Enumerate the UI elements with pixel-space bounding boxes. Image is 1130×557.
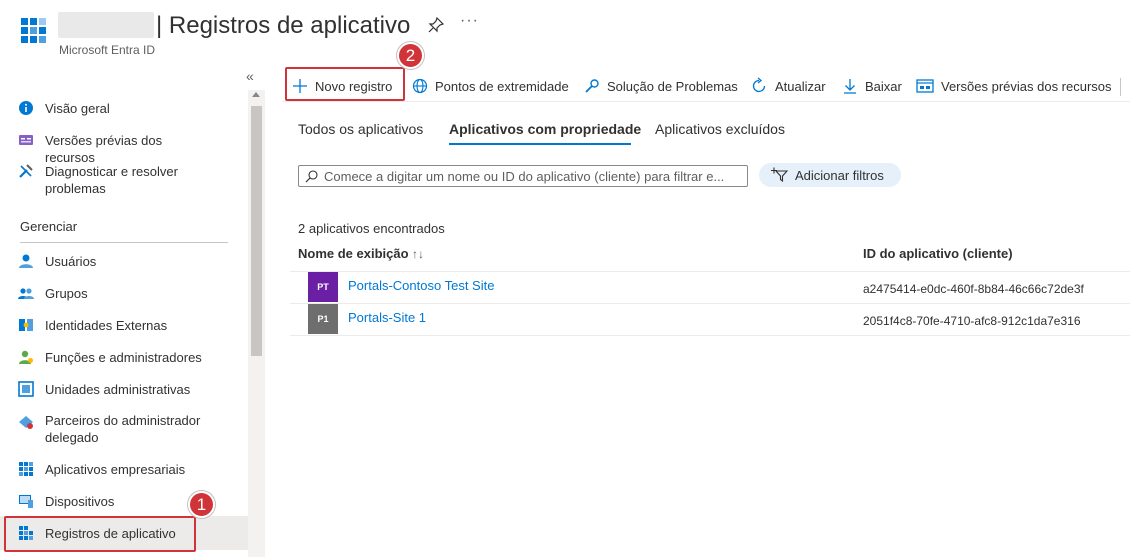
external-identities-icon xyxy=(19,319,33,331)
globe-icon xyxy=(412,78,428,94)
partners-icon xyxy=(19,416,33,429)
scroll-up-arrow-icon[interactable] xyxy=(252,92,260,97)
add-filters-label: Adicionar filtros xyxy=(795,167,884,183)
app-id: a2475414-e0dc-460f-8b84-46c66c72de3f xyxy=(863,282,1084,296)
callout-badge-1: 1 xyxy=(188,491,215,518)
sidebar-item-label: Visão geral xyxy=(45,101,110,116)
sidebar-item-diagnose[interactable]: Diagnosticar e resolver problemas xyxy=(0,163,248,199)
toolbar-separator xyxy=(1120,78,1121,96)
troubleshooting-label: Solução de Problemas xyxy=(607,78,738,94)
refresh-icon xyxy=(752,77,766,93)
wrench-icon xyxy=(19,164,33,178)
collapse-sidebar-button[interactable]: « xyxy=(246,68,254,84)
sidebar-item-external-identities[interactable]: Identidades Externas xyxy=(0,317,248,337)
pin-icon[interactable] xyxy=(428,17,444,33)
sidebar-item-admin-units[interactable]: Unidades administrativas xyxy=(0,381,248,401)
callout-highlight-app-registrations xyxy=(4,516,196,552)
sidebar-item-overview[interactable]: Visão geral xyxy=(0,100,248,120)
sidebar-item-users[interactable]: Usuários xyxy=(0,253,248,273)
page-header: | Registros de aplicativo Microsoft Entr… xyxy=(0,0,1130,62)
sidebar-item-feature-previews[interactable]: Versões prévias dos recursos xyxy=(0,132,248,165)
preview-features-button[interactable]: Versões prévias dos recursos xyxy=(916,70,1112,102)
page-subtitle: Microsoft Entra ID xyxy=(59,43,156,57)
search-box[interactable] xyxy=(298,165,748,187)
sidebar-item-groups[interactable]: Grupos xyxy=(0,285,248,305)
app-avatar: P1 xyxy=(308,304,338,334)
callout-badge-2: 2 xyxy=(397,42,424,69)
table-row[interactable]: PT Portals-Contoso Test Site a2475414-e0… xyxy=(290,272,1130,304)
sidebar-section-manage: Gerenciar xyxy=(20,219,78,234)
page-title: | Registros de aplicativo xyxy=(156,12,411,39)
column-header-app-id[interactable]: ID do aplicativo (cliente) xyxy=(863,246,1013,261)
search-icon xyxy=(305,169,318,182)
sidebar-item-label: Diagnosticar e resolver problemas xyxy=(45,164,178,196)
tenant-name-redacted xyxy=(58,12,154,38)
info-icon xyxy=(19,101,33,115)
refresh-label: Atualizar xyxy=(775,78,826,94)
group-icon xyxy=(18,288,34,299)
add-filter-icon xyxy=(771,167,789,183)
sidebar-item-label: Identidades Externas xyxy=(45,318,168,333)
devices-icon xyxy=(19,495,33,508)
sidebar-divider xyxy=(20,242,228,243)
toolbar-divider xyxy=(282,101,1130,102)
sidebar-item-enterprise-apps[interactable]: Aplicativos empresariais xyxy=(0,461,248,481)
roles-icon xyxy=(19,350,33,364)
search-input[interactable] xyxy=(324,168,744,184)
refresh-button[interactable]: Atualizar xyxy=(750,70,826,102)
download-button[interactable]: Baixar xyxy=(842,70,902,102)
preview-features-label: Versões prévias dos recursos xyxy=(941,78,1112,94)
tab-deleted-applications[interactable]: Aplicativos excluídos xyxy=(655,121,785,137)
sidebar-item-label: Funções e administradores xyxy=(45,350,202,365)
user-icon xyxy=(19,254,33,268)
column-header-display-name[interactable]: Nome de exibição xyxy=(298,246,409,261)
download-icon xyxy=(844,79,856,94)
preview-icon xyxy=(916,79,934,93)
app-avatar: PT xyxy=(308,272,338,302)
sidebar-item-label: Aplicativos empresariais xyxy=(45,462,186,477)
sidebar-item-label: Usuários xyxy=(45,254,97,269)
add-filters-button[interactable]: Adicionar filtros xyxy=(759,163,901,187)
troubleshooting-button[interactable]: Solução de Problemas xyxy=(584,70,738,102)
sidebar-item-delegated-partners[interactable]: Parceiros do administrador delegado xyxy=(0,412,248,448)
preview-icon xyxy=(19,135,33,145)
sidebar-item-label: Unidades administrativas xyxy=(45,382,191,397)
app-registrations-icon xyxy=(21,18,46,43)
tab-all-applications[interactable]: Todos os aplicativos xyxy=(298,121,423,137)
tab-owned-applications[interactable]: Aplicativos com propriedade xyxy=(449,121,641,137)
more-options-icon[interactable]: ··· xyxy=(460,12,479,30)
app-name-link[interactable]: Portals-Site 1 xyxy=(348,310,426,325)
sidebar-item-label: Versões prévias dos recursos xyxy=(45,133,163,165)
callout-highlight-new-registration xyxy=(285,67,405,101)
results-count: 2 aplicativos encontrados xyxy=(298,221,445,236)
sidebar-item-roles[interactable]: Funções e administradores xyxy=(0,349,248,369)
sidebar-item-label: Parceiros do administrador delegado xyxy=(45,413,201,445)
sidebar-item-label: Grupos xyxy=(45,286,88,301)
app-id: 2051f4c8-70fe-4710-afc8-912c1da7e316 xyxy=(863,314,1081,328)
endpoints-label: Pontos de extremidade xyxy=(435,78,569,94)
download-label: Baixar xyxy=(865,78,902,94)
wrench-icon xyxy=(585,79,599,93)
active-tab-indicator xyxy=(449,143,631,145)
table-row[interactable]: P1 Portals-Site 1 2051f4c8-70fe-4710-afc… xyxy=(290,304,1130,336)
app-name-link[interactable]: Portals-Contoso Test Site xyxy=(348,278,494,293)
row-divider xyxy=(290,335,1130,336)
endpoints-button[interactable]: Pontos de extremidade xyxy=(412,70,569,102)
enterprise-apps-icon xyxy=(19,462,33,476)
admin-units-icon xyxy=(18,381,34,397)
sort-icon[interactable]: ↑↓ xyxy=(412,247,424,261)
command-bar: Novo registro Pontos de extremidade Solu… xyxy=(282,70,1130,102)
sidebar-scroll-thumb[interactable] xyxy=(251,106,262,356)
